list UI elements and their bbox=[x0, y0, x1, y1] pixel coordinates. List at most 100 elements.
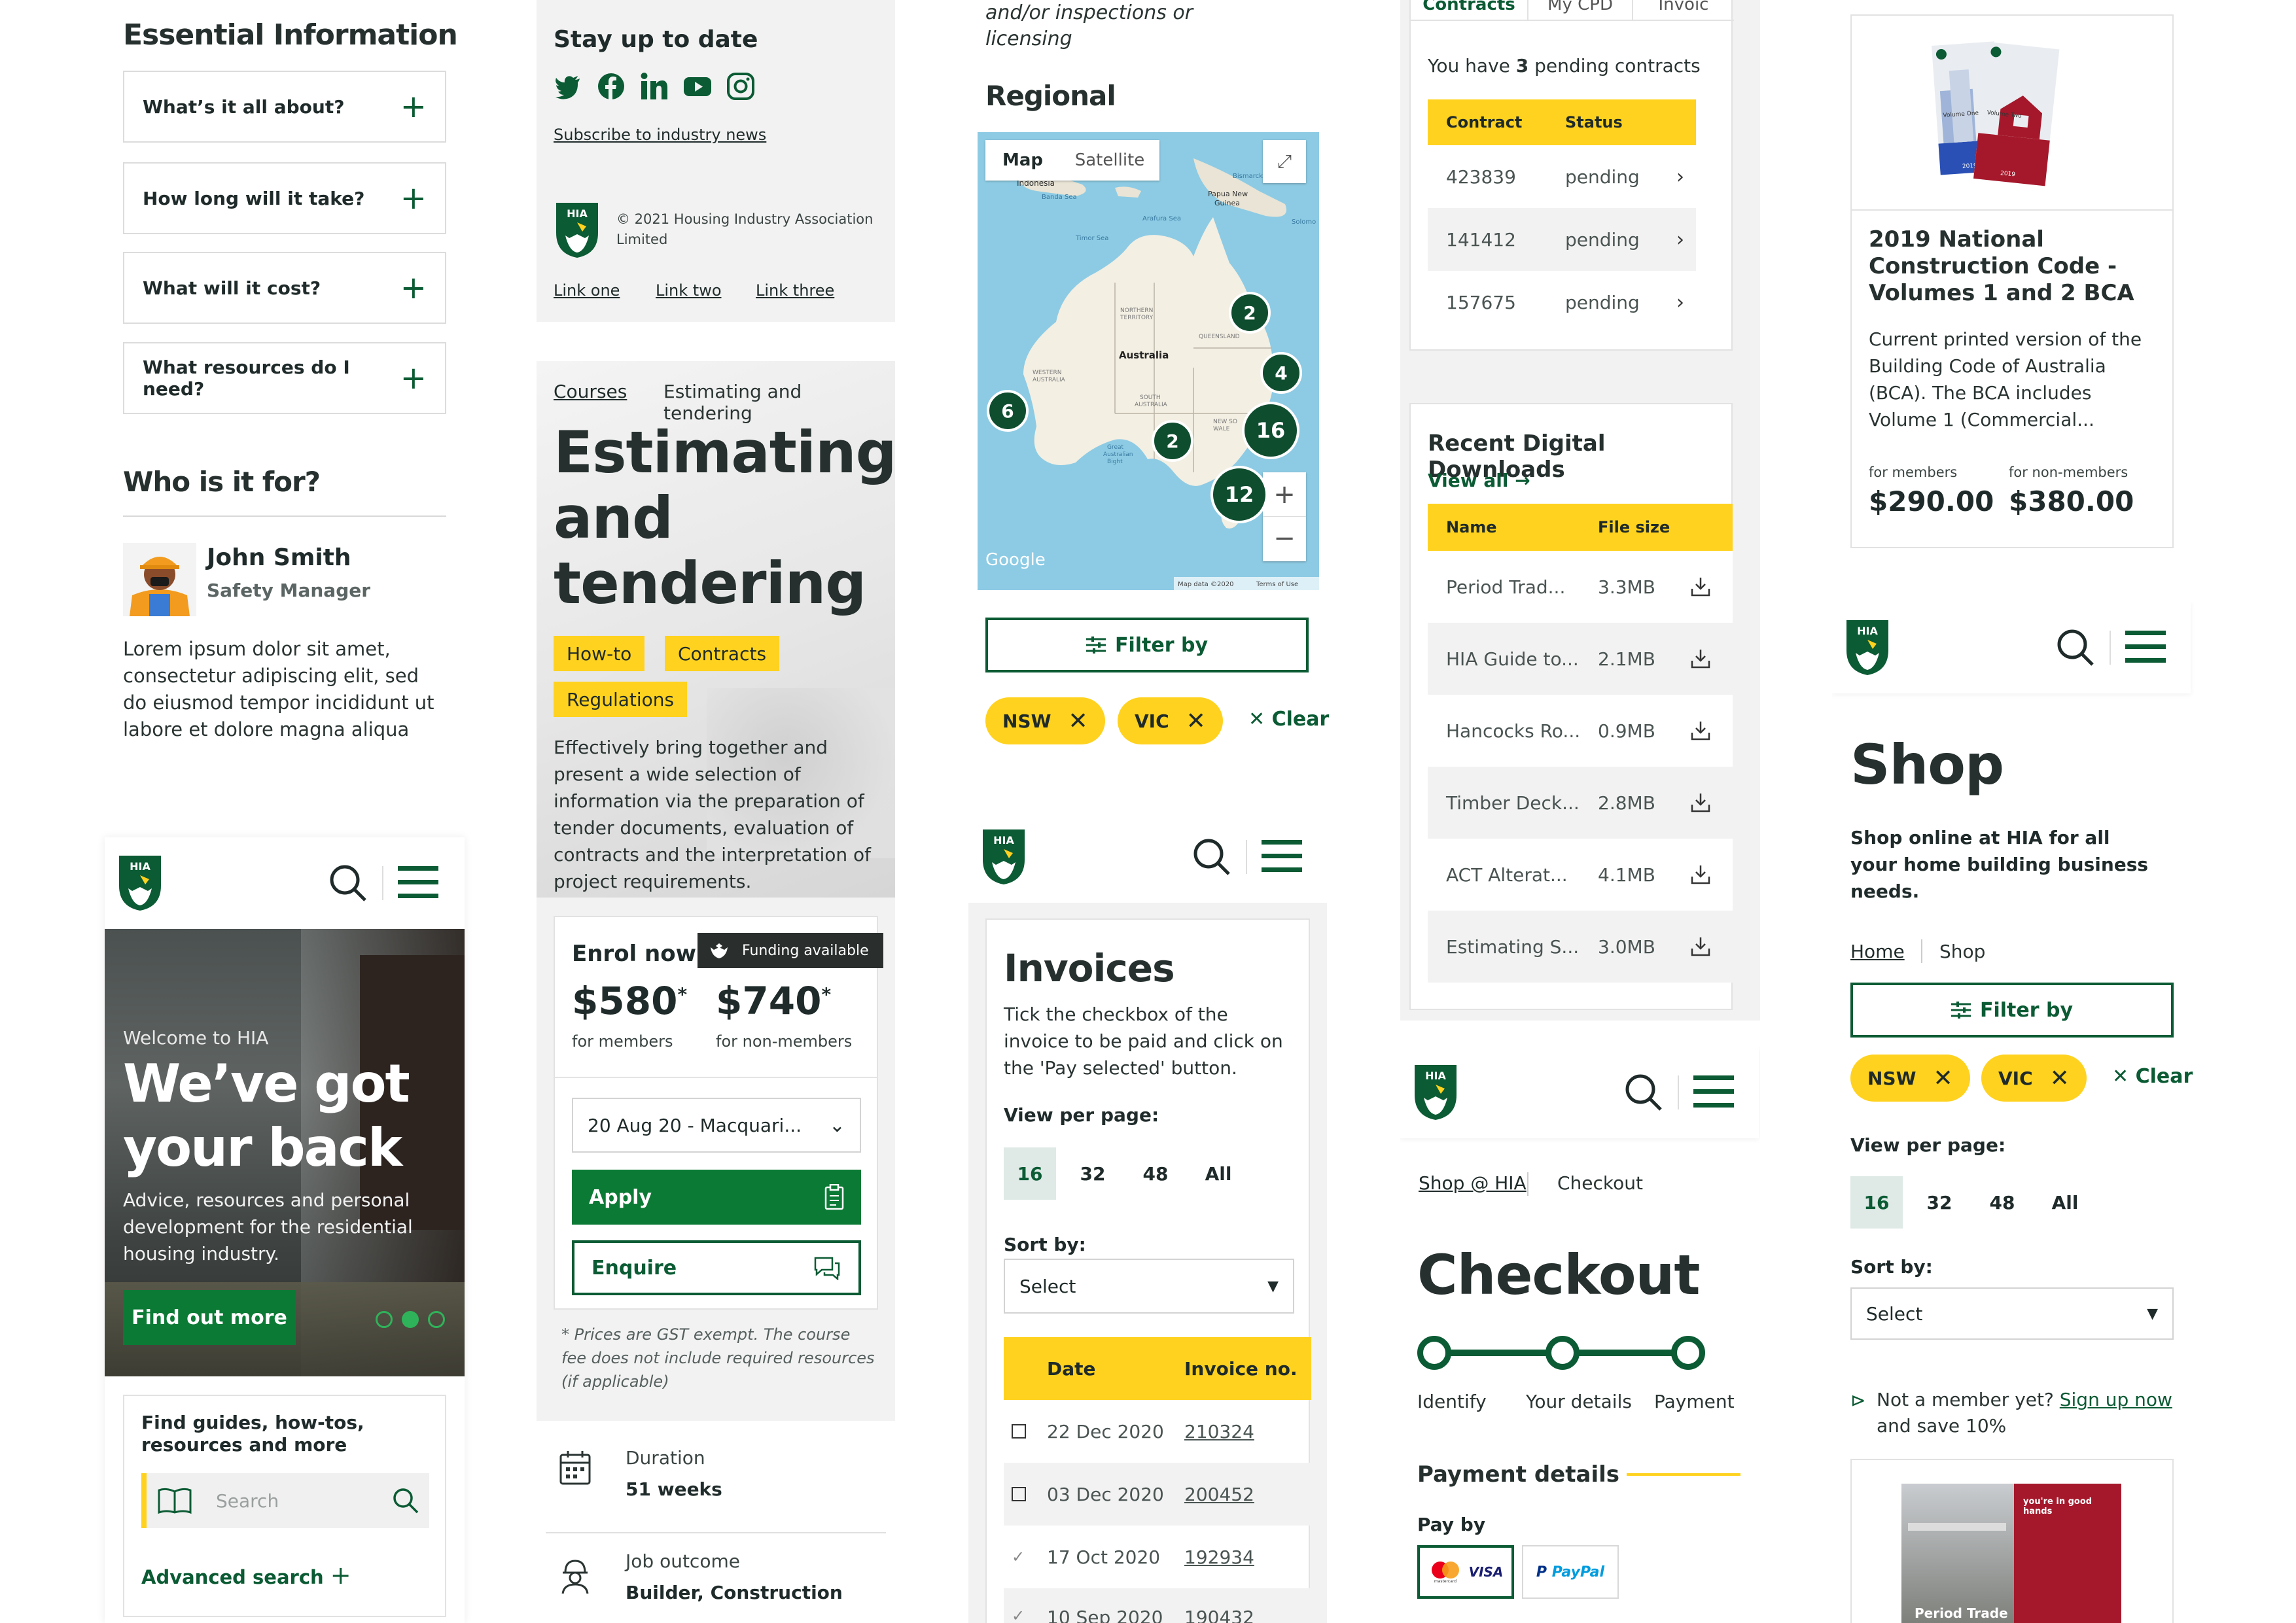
chip-nsw[interactable]: NSW ✕ bbox=[1850, 1055, 1970, 1102]
accordion-cost[interactable]: What will it cost? + bbox=[123, 252, 446, 324]
close-icon[interactable]: ✕ bbox=[1933, 1065, 1952, 1092]
hia-logo[interactable]: HIA bbox=[554, 200, 601, 263]
page-size-32[interactable]: 32 bbox=[1067, 1147, 1119, 1200]
clear-filters-button[interactable]: ✕ Clear bbox=[1248, 708, 1329, 731]
product-card[interactable]: Volume One 2019 Volume Two 2019 2019 Nat… bbox=[1850, 14, 2174, 548]
file-name[interactable]: Hancocks Ro... bbox=[1446, 720, 1598, 742]
page-size-32[interactable]: 32 bbox=[1913, 1176, 1966, 1229]
fullscreen-icon[interactable]: ⤢ bbox=[1263, 140, 1306, 183]
download-icon[interactable] bbox=[1689, 576, 1712, 598]
linkedin-icon[interactable] bbox=[640, 72, 669, 101]
search-icon[interactable] bbox=[327, 862, 369, 904]
table-row[interactable]: ✓ 17 Oct 2020 192934 bbox=[1004, 1526, 1309, 1588]
file-name[interactable]: ACT Alterat... bbox=[1446, 864, 1598, 886]
step-dot-details[interactable] bbox=[1545, 1336, 1580, 1370]
hia-logo[interactable]: HIA bbox=[980, 827, 1027, 890]
footer-link-three[interactable]: Link three bbox=[756, 281, 834, 300]
footer-link-two[interactable]: Link two bbox=[656, 281, 722, 300]
breadcrumb-home[interactable]: Home bbox=[1850, 941, 1905, 962]
table-row[interactable]: 423839 pending › bbox=[1428, 145, 1696, 208]
product-title[interactable]: 2019 National Construction Code - Volume… bbox=[1869, 226, 2144, 307]
card-payment-option[interactable]: mastercard VISA bbox=[1417, 1545, 1514, 1599]
step-dot-payment[interactable] bbox=[1671, 1336, 1705, 1370]
twitter-icon[interactable] bbox=[554, 72, 582, 101]
file-name[interactable]: Timber Deck... bbox=[1446, 792, 1598, 814]
search-icon[interactable] bbox=[391, 1486, 420, 1515]
map-cluster[interactable]: 2 bbox=[1152, 420, 1193, 462]
chip-vic[interactable]: VIC ✕ bbox=[1118, 697, 1223, 744]
carousel-dot-2[interactable] bbox=[402, 1311, 419, 1328]
date-location-select[interactable]: 20 Aug 20 - Macquari... ⌄ bbox=[572, 1098, 861, 1153]
facebook-icon[interactable] bbox=[597, 72, 626, 101]
tab-contracts[interactable]: Contracts bbox=[1411, 0, 1528, 20]
page-size-16[interactable]: 16 bbox=[1004, 1147, 1056, 1200]
hia-logo[interactable]: HIA bbox=[1844, 618, 1891, 680]
checkbox[interactable] bbox=[1012, 1487, 1026, 1501]
download-icon[interactable] bbox=[1689, 792, 1712, 814]
search-icon[interactable] bbox=[2055, 627, 2096, 669]
subscribe-link[interactable]: Subscribe to industry news bbox=[554, 126, 766, 144]
breadcrumb-courses[interactable]: Courses bbox=[554, 381, 627, 402]
close-icon[interactable]: ✕ bbox=[2050, 1065, 2070, 1092]
page-size-all[interactable]: All bbox=[1192, 1147, 1245, 1200]
table-row[interactable]: 157675 pending › bbox=[1428, 271, 1696, 334]
apply-button[interactable]: Apply bbox=[572, 1170, 861, 1225]
tag-how-to[interactable]: How-to bbox=[554, 636, 645, 671]
page-size-48[interactable]: 48 bbox=[1129, 1147, 1182, 1200]
carousel-dot-3[interactable] bbox=[428, 1311, 445, 1328]
tab-satellite[interactable]: Satellite bbox=[1060, 150, 1159, 170]
file-name[interactable]: Period Trad... bbox=[1446, 576, 1598, 598]
zoom-in-button[interactable]: + bbox=[1263, 472, 1306, 517]
tag-contracts[interactable]: Contracts bbox=[665, 636, 780, 671]
file-name[interactable]: Estimating S... bbox=[1446, 936, 1598, 958]
table-row[interactable]: 03 Dec 2020 200452 bbox=[1004, 1463, 1311, 1526]
product-card[interactable]: you're in good hands Period Trade bbox=[1850, 1459, 2174, 1623]
search-icon[interactable] bbox=[1191, 836, 1233, 878]
table-row[interactable]: Hancocks Ro... 0.9MB bbox=[1428, 695, 1733, 767]
map-cluster[interactable]: 2 bbox=[1229, 292, 1271, 334]
filter-by-button[interactable]: Filter by bbox=[985, 618, 1309, 672]
filter-by-button[interactable]: Filter by bbox=[1850, 983, 2174, 1038]
close-icon[interactable]: ✕ bbox=[1186, 708, 1206, 735]
sign-up-link[interactable]: Sign up now bbox=[2060, 1389, 2172, 1410]
table-row[interactable]: ✓ 10 Sep 2020 190432 bbox=[1004, 1588, 1311, 1623]
accordion-resources[interactable]: What resources do I need? + bbox=[123, 342, 446, 414]
instagram-icon[interactable] bbox=[726, 72, 755, 101]
carousel-dot-1[interactable] bbox=[376, 1311, 393, 1328]
zoom-out-button[interactable]: − bbox=[1263, 517, 1306, 560]
download-icon[interactable] bbox=[1689, 648, 1712, 670]
sort-select[interactable]: Select ▼ bbox=[1004, 1259, 1294, 1314]
menu-icon[interactable] bbox=[1693, 1073, 1734, 1111]
clear-filters-button[interactable]: ✕ Clear bbox=[2112, 1065, 2193, 1088]
menu-icon[interactable] bbox=[1262, 837, 1302, 875]
checkbox[interactable] bbox=[1012, 1424, 1026, 1439]
table-row[interactable]: 141412 pending › bbox=[1428, 208, 1696, 271]
view-all-link[interactable]: View all → bbox=[1428, 470, 1530, 491]
close-icon[interactable]: ✕ bbox=[1068, 708, 1087, 735]
table-row[interactable]: ACT Alterat... 4.1MB bbox=[1428, 839, 1733, 911]
page-size-16[interactable]: 16 bbox=[1850, 1176, 1903, 1229]
map-cluster[interactable]: 6 bbox=[987, 390, 1029, 432]
table-row[interactable]: 22 Dec 2020 210324 bbox=[1004, 1400, 1309, 1463]
map-cluster[interactable]: 4 bbox=[1260, 352, 1302, 394]
map-cluster[interactable]: 12 bbox=[1210, 466, 1268, 523]
download-icon[interactable] bbox=[1689, 864, 1712, 886]
map-cluster[interactable]: 16 bbox=[1242, 402, 1299, 459]
breadcrumb-shop[interactable]: Shop @ HIA bbox=[1419, 1172, 1527, 1194]
page-size-48[interactable]: 48 bbox=[1976, 1176, 2028, 1229]
hia-logo[interactable]: HIA bbox=[116, 853, 164, 916]
enquire-button[interactable]: Enquire bbox=[572, 1240, 861, 1295]
chip-nsw[interactable]: NSW ✕ bbox=[985, 697, 1105, 744]
hia-logo[interactable]: HIA bbox=[1412, 1062, 1459, 1125]
step-dot-identify[interactable] bbox=[1417, 1336, 1451, 1370]
tab-my-cpd[interactable]: My CPD bbox=[1528, 0, 1633, 20]
menu-icon[interactable] bbox=[2125, 628, 2166, 666]
search-input[interactable]: Search bbox=[216, 1490, 391, 1512]
paypal-payment-option[interactable]: P PayPal bbox=[1522, 1545, 1619, 1599]
table-row[interactable]: Estimating S... 3.0MB bbox=[1428, 911, 1733, 983]
file-name[interactable]: HIA Guide to... bbox=[1446, 648, 1598, 670]
table-row[interactable]: Period Trad... 3.3MB bbox=[1428, 551, 1733, 623]
accordion-whats-it-about[interactable]: What’s it all about? + bbox=[123, 71, 446, 143]
tab-map[interactable]: Map bbox=[985, 150, 1060, 170]
download-icon[interactable] bbox=[1689, 720, 1712, 742]
